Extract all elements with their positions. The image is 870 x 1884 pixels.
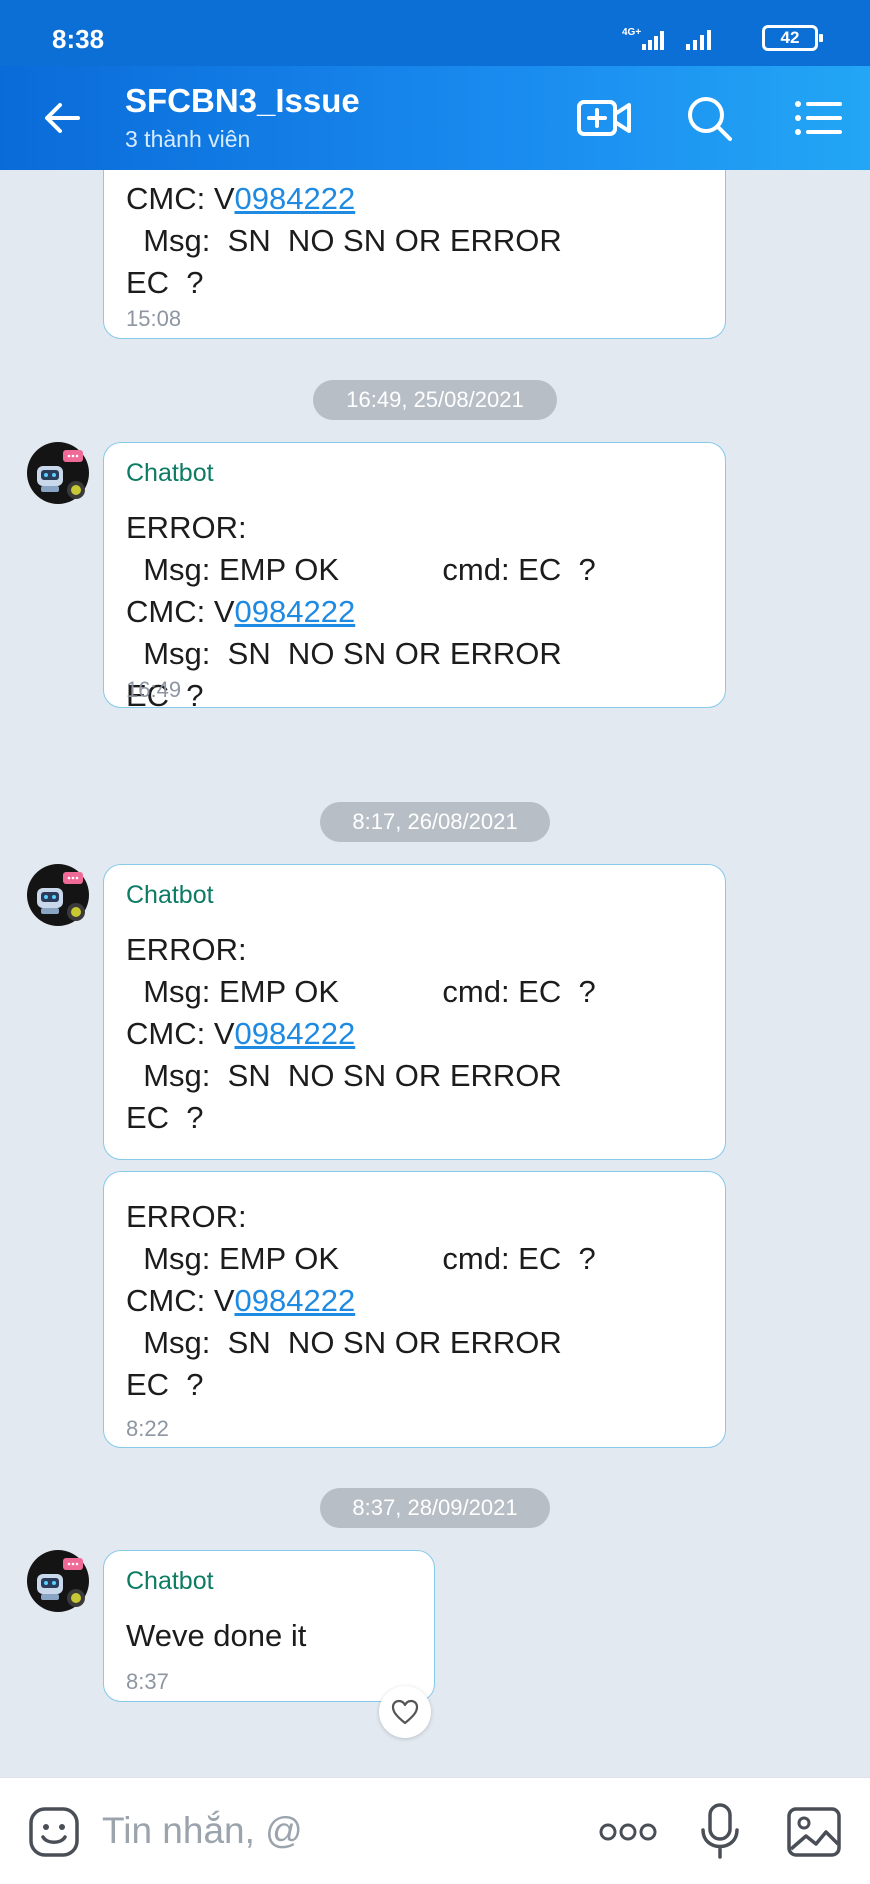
message-time: 8:22 — [126, 1416, 169, 1441]
message-text: ERROR: Msg: EMP OK cmd: EC ? CMC: V09842… — [126, 932, 596, 1135]
message-bubble[interactable]: Chatbot Weve done it 8:37 — [103, 1550, 435, 1702]
message-bubble[interactable]: Chatbot ERROR: Msg: EMP OK cmd: EC ? CMC… — [103, 864, 726, 1160]
react-heart-button[interactable] — [379, 1686, 431, 1738]
status-bar: 8:38 4G+ 42 — [0, 0, 870, 66]
chatbot-avatar[interactable] — [27, 442, 89, 504]
phone-link[interactable]: 0984222 — [235, 181, 356, 216]
image-icon[interactable] — [786, 1806, 842, 1858]
menu-list-icon[interactable] — [790, 92, 846, 144]
date-separator: 8:37, 28/09/2021 — [320, 1488, 550, 1528]
chatbot-avatar[interactable] — [27, 1550, 89, 1612]
signal-indicators: 4G+ — [622, 26, 720, 52]
robot-icon — [37, 872, 85, 921]
date-separator: 8:17, 26/08/2021 — [320, 802, 550, 842]
message-text: ERROR: Msg: EMP OK cmd: EC ? CMC: V09842… — [126, 1199, 596, 1402]
message-bubble[interactable]: CMC: V0984222 Msg: SN NO SN OR ERROR EC … — [103, 170, 726, 339]
search-icon[interactable] — [682, 92, 738, 144]
robot-icon — [37, 450, 85, 499]
phone-link[interactable]: 0984222 — [235, 1016, 356, 1051]
video-call-icon[interactable] — [576, 92, 632, 144]
message-text: Weve done it — [126, 1618, 307, 1653]
message-time: 8:37 — [126, 1669, 169, 1694]
date-separator: 16:49, 25/08/2021 — [313, 380, 557, 420]
message-composer: Tin nhắn, @ — [0, 1777, 870, 1884]
signal-icon — [686, 30, 711, 50]
signal-4g-icon: 4G+ — [622, 27, 664, 50]
sender-name: Chatbot — [126, 1567, 214, 1595]
heart-icon — [391, 1699, 419, 1725]
sender-name: Chatbot — [126, 459, 214, 487]
chat-header: SFCBN3_Issue 3 thành viên — [0, 66, 870, 170]
mic-icon[interactable] — [698, 1802, 742, 1860]
back-arrow-icon[interactable] — [38, 94, 86, 142]
network-label: 4G+ — [622, 27, 641, 38]
robot-icon — [37, 1558, 85, 1607]
phone-link[interactable]: 0984222 — [235, 1283, 356, 1318]
message-list[interactable]: CMC: V0984222 Msg: SN NO SN OR ERROR EC … — [0, 170, 870, 1777]
battery-indicator: 42 — [762, 25, 823, 51]
more-icon[interactable] — [598, 1818, 658, 1846]
message-input[interactable]: Tin nhắn, @ — [102, 1805, 562, 1857]
chat-title[interactable]: SFCBN3_Issue — [125, 82, 360, 120]
message-bubble[interactable]: ERROR: Msg: EMP OK cmd: EC ? CMC: V09842… — [103, 1171, 726, 1448]
message-time: 15:08 — [126, 306, 182, 331]
message-text: CMC: V0984222 Msg: SN NO SN OR ERROR EC … — [126, 181, 562, 300]
sender-name: Chatbot — [126, 881, 214, 909]
member-count[interactable]: 3 thành viên — [125, 126, 250, 153]
emoji-icon[interactable] — [28, 1806, 80, 1858]
message-text: ERROR: Msg: EMP OK cmd: EC ? CMC: V09842… — [126, 510, 596, 713]
message-bubble[interactable]: Chatbot ERROR: Msg: EMP OK cmd: EC ? CMC… — [103, 442, 726, 713]
chatbot-avatar[interactable] — [27, 864, 89, 926]
status-time: 8:38 — [52, 24, 105, 54]
message-time: 16:49 — [126, 677, 182, 702]
phone-link[interactable]: 0984222 — [235, 594, 356, 629]
